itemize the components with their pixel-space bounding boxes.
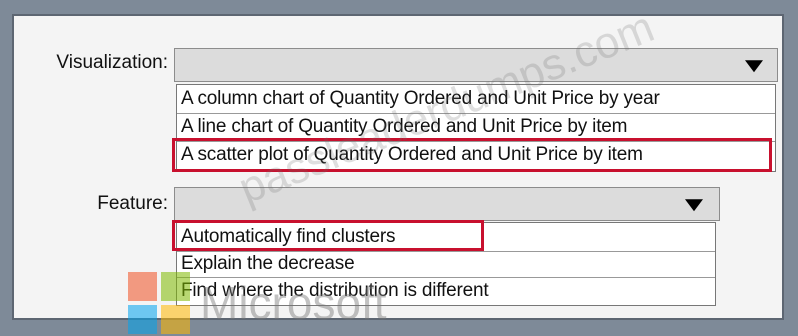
selected-answer-highlight xyxy=(172,220,484,251)
visualization-dropdown[interactable] xyxy=(174,48,778,82)
triangle-down-icon[interactable] xyxy=(685,199,703,212)
triangle-down-icon[interactable] xyxy=(745,60,763,73)
visualization-label: Visualization: xyxy=(56,52,168,73)
visualization-option-column-chart[interactable]: A column chart of Quantity Ordered and U… xyxy=(181,88,660,110)
microsoft-logo-icon xyxy=(128,272,192,336)
microsoft-logo-text: Microsoft xyxy=(200,277,387,329)
visualization-option-line-chart[interactable]: A line chart of Quantity Ordered and Uni… xyxy=(181,116,627,138)
divider xyxy=(177,113,775,114)
divider xyxy=(177,251,715,252)
feature-dropdown[interactable] xyxy=(174,187,720,221)
selected-answer-highlight xyxy=(172,138,772,172)
feature-option-explain-decrease[interactable]: Explain the decrease xyxy=(181,253,355,275)
feature-label: Feature: xyxy=(97,193,168,214)
